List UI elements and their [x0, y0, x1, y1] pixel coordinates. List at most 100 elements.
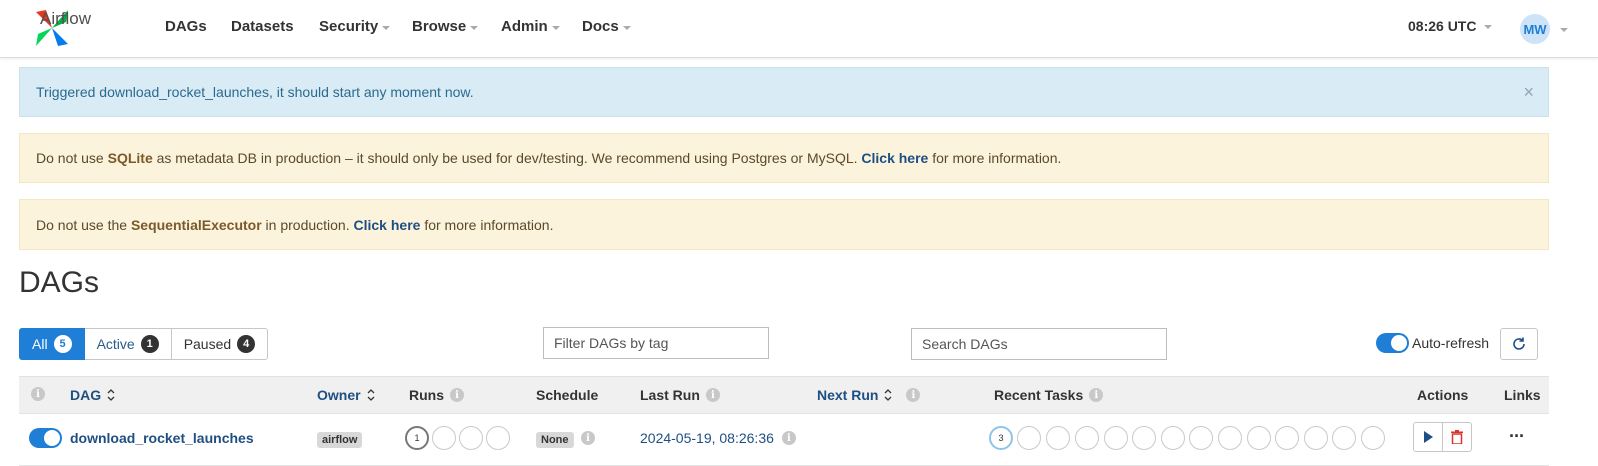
info-icon[interactable]: i: [705, 388, 720, 402]
schedule-tag[interactable]: None: [536, 432, 574, 448]
refresh-icon: [1513, 337, 1525, 350]
table-info-icon[interactable]: i: [31, 387, 45, 401]
task-status-circle[interactable]: [1132, 426, 1156, 450]
last-run-link[interactable]: 2024-05-19, 08:26:36 i: [640, 430, 796, 446]
header-runs-label: Runs: [409, 387, 444, 403]
task-status-circle[interactable]: [1075, 426, 1099, 450]
filter-all-count: 5: [53, 335, 72, 353]
header-runs: Runs i: [409, 387, 464, 403]
auto-refresh-label: Auto-refresh: [1412, 335, 1490, 351]
sqlite-keyword: SQLite: [107, 150, 153, 166]
header-links-label: Links: [1504, 387, 1541, 403]
close-icon[interactable]: ×: [1523, 82, 1534, 103]
table-row: download_rocket_launches airflow 1 None …: [19, 414, 1549, 466]
header-next-run-label: Next Run: [817, 387, 879, 403]
task-status-circle[interactable]: [1218, 426, 1242, 450]
info-icon[interactable]: i: [581, 431, 595, 445]
task-status-circle[interactable]: [1247, 426, 1271, 450]
filter-all-button[interactable]: All 5: [19, 328, 85, 360]
filter-active-count: 1: [140, 335, 159, 353]
timezone-clock[interactable]: 08:26 UTC: [1408, 18, 1493, 34]
chevron-down-icon[interactable]: [1560, 28, 1568, 32]
task-status-circle[interactable]: [1361, 426, 1385, 450]
header-owner-label: Owner: [317, 387, 361, 403]
header-last-run-label: Last Run: [640, 387, 700, 403]
header-recent-tasks: Recent Tasks i: [994, 387, 1104, 403]
executor-warning-text-3: for more information.: [420, 216, 554, 233]
header-last-run: Last Run i: [640, 387, 720, 403]
trigger-alert-text: Triggered download_rocket_launches, it s…: [36, 84, 474, 100]
task-status-circle[interactable]: [1189, 426, 1213, 450]
header-dag-label: DAG: [70, 387, 102, 403]
nav-datasets[interactable]: Datasets: [231, 18, 294, 35]
nav-security[interactable]: Security: [319, 18, 391, 35]
sqlite-warning-text: Do not use: [36, 150, 104, 166]
dag-status-filter: All 5 Active 1 Paused 4: [19, 328, 269, 360]
sqlite-warning: Do not use SQLite as metadata DB in prod…: [19, 133, 1549, 183]
trash-icon: [1451, 430, 1463, 444]
header-links: Links: [1504, 387, 1541, 403]
search-input[interactable]: [911, 328, 1167, 360]
last-run-value: 2024-05-19, 08:26:36: [640, 430, 774, 446]
brand-name[interactable]: Airflow: [40, 9, 91, 29]
filter-paused-button[interactable]: Paused 4: [171, 328, 269, 360]
chevron-down-icon: [551, 25, 560, 30]
sqlite-warning-text-2: as metadata DB in production – it should…: [152, 150, 862, 166]
info-icon[interactable]: i: [781, 431, 796, 445]
filter-paused-count: 4: [237, 335, 256, 353]
header-next-run[interactable]: Next Run i: [817, 387, 921, 403]
auto-refresh-toggle[interactable]: [1376, 333, 1409, 353]
nav-admin[interactable]: Admin: [501, 18, 560, 35]
sqlite-click-here-link[interactable]: Click here: [861, 150, 928, 166]
header-dag[interactable]: DAG: [70, 387, 115, 403]
dag-pause-toggle[interactable]: [29, 428, 62, 448]
task-status-circle[interactable]: [1104, 426, 1128, 450]
sort-icon: [107, 389, 115, 401]
task-status-queued[interactable]: 3: [989, 426, 1013, 450]
task-status-circle[interactable]: [1161, 426, 1185, 450]
tag-filter-input[interactable]: [543, 327, 769, 359]
user-avatar[interactable]: MW: [1520, 14, 1550, 44]
task-status-circle[interactable]: [1304, 426, 1328, 450]
header-recent-tasks-label: Recent Tasks: [994, 387, 1084, 403]
task-status-circle[interactable]: [1332, 426, 1356, 450]
executor-click-here-link[interactable]: Click here: [354, 217, 421, 233]
info-icon[interactable]: i: [1089, 388, 1104, 402]
task-status-circle[interactable]: [1275, 426, 1299, 450]
owner-tag[interactable]: airflow: [317, 432, 363, 448]
delete-dag-button[interactable]: [1442, 422, 1472, 452]
header-schedule-label: Schedule: [536, 387, 599, 403]
nav-dags[interactable]: DAGs: [165, 18, 207, 35]
info-icon[interactable]: i: [450, 388, 464, 402]
more-links-icon[interactable]: ···: [1509, 426, 1525, 447]
toggle-knob: [44, 430, 60, 446]
toggle-knob: [1391, 335, 1407, 351]
chevron-down-icon: [382, 25, 391, 30]
info-icon[interactable]: i: [906, 388, 921, 402]
filter-active-button[interactable]: Active 1: [84, 328, 172, 360]
filter-active-label: Active: [96, 336, 135, 352]
dag-name-link[interactable]: download_rocket_launches: [70, 430, 254, 446]
run-status-circle[interactable]: [459, 426, 483, 450]
sort-icon: [884, 389, 892, 401]
top-navbar: Airflow DAGs Datasets Security Browse Ad…: [0, 0, 1598, 58]
sort-icon: [367, 389, 375, 401]
executor-keyword: SequentialExecutor: [130, 216, 262, 233]
task-status-circle[interactable]: [1046, 426, 1070, 450]
refresh-button[interactable]: [1500, 328, 1538, 360]
chevron-down-icon: [622, 25, 631, 30]
nav-browse[interactable]: Browse: [412, 18, 479, 35]
nav-docs[interactable]: Docs: [582, 18, 631, 35]
run-status-circle[interactable]: [486, 426, 510, 450]
executor-warning: Do not use the SequentialExecutor in pro…: [19, 199, 1549, 250]
filter-all-label: All: [32, 336, 48, 352]
task-status-circle[interactable]: [1017, 426, 1041, 450]
trigger-dag-button[interactable]: [1413, 422, 1443, 452]
trigger-alert: Triggered download_rocket_launches, it s…: [19, 67, 1549, 117]
executor-warning-text: Do not use the: [36, 216, 131, 233]
play-icon: [1424, 431, 1433, 443]
run-status-queued[interactable]: 1: [405, 426, 429, 450]
header-owner[interactable]: Owner: [317, 387, 375, 403]
header-schedule: Schedule: [536, 387, 598, 403]
run-status-circle[interactable]: [432, 426, 456, 450]
